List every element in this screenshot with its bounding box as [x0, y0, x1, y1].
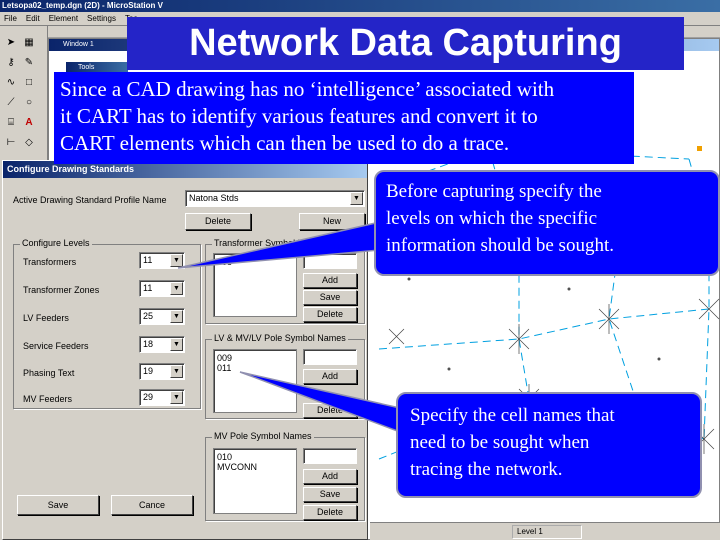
level-label-mv-feeders: MV Feeders: [23, 394, 73, 404]
circle-icon[interactable]: ○: [22, 96, 36, 110]
level-select-lv-feeders[interactable]: 25 ▼: [139, 308, 185, 325]
chevron-down-icon[interactable]: ▼: [170, 365, 183, 378]
level-value: 11: [143, 283, 153, 293]
intro-text-box: Since a CAD drawing has no ‘intelligence…: [54, 72, 634, 164]
profile-value: Natona Stds: [189, 193, 239, 203]
key-icon[interactable]: ⚷: [4, 56, 18, 70]
menu-settings[interactable]: Settings: [87, 14, 116, 23]
intro-line: CART elements which can then be used to …: [60, 131, 510, 155]
mv-pole-symbol-input[interactable]: [303, 448, 357, 464]
level-value: 11: [143, 255, 153, 265]
lvmv-pole-symbol-title: LV & MV/LV Pole Symbol Names: [212, 333, 348, 343]
profile-new-button[interactable]: New: [299, 213, 365, 230]
menu-file[interactable]: File: [4, 14, 17, 23]
list-item[interactable]: 011: [217, 363, 293, 373]
profile-label: Active Drawing Standard Profile Name: [13, 195, 167, 205]
transformer-delete-button[interactable]: Delete: [303, 307, 357, 322]
lvmv-pole-symbol-list[interactable]: 009 011: [213, 349, 297, 413]
level-label-service-feeders: Service Feeders: [23, 341, 89, 351]
transformer-save-button[interactable]: Save: [303, 290, 357, 305]
level-label-transformer-zones: Transformer Zones: [23, 285, 100, 295]
mv-pole-symbol-title: MV Pole Symbol Names: [212, 431, 314, 441]
level-label-lv-feeders: LV Feeders: [23, 313, 69, 323]
levels-callout-line: Before capturing specify the: [386, 181, 602, 202]
cells-callout-line: need to be sought when: [410, 432, 590, 453]
chevron-down-icon[interactable]: ▼: [170, 282, 183, 295]
list-item[interactable]: 009: [217, 353, 293, 363]
cells-callout-line: Specify the cell names that: [410, 405, 615, 426]
cells-callout: Specify the cell names that need to be s…: [396, 392, 702, 498]
chevron-down-icon[interactable]: ▼: [170, 338, 183, 351]
levels-callout-line: information should be sought.: [386, 235, 614, 256]
chevron-down-icon[interactable]: ▼: [170, 391, 183, 404]
intro-line: Since a CAD drawing has no ‘intelligence…: [60, 77, 555, 101]
line-icon[interactable]: ⟋: [4, 96, 18, 110]
levels-callout: Before capturing specify the levels on w…: [374, 170, 720, 276]
chevron-down-icon[interactable]: ▼: [350, 192, 363, 205]
mv-pole-symbol-list[interactable]: 010 MVCONN: [213, 448, 297, 514]
list-item[interactable]: 010: [217, 452, 293, 462]
pencil-icon[interactable]: ✎: [22, 56, 36, 70]
mv-add-button[interactable]: Add: [303, 469, 357, 484]
level-label-transformers: Transformers: [23, 257, 77, 267]
profile-delete-button[interactable]: Delete: [185, 213, 251, 230]
level-select-service-feeders[interactable]: 18 ▼: [139, 336, 185, 353]
transformer-symbol-title: Transformer Symbol Names: [212, 238, 329, 248]
transformer-symbol-input[interactable]: [303, 253, 357, 269]
level-select-mv-feeders[interactable]: 29 ▼: [139, 389, 185, 406]
transformer-add-button[interactable]: Add: [303, 273, 357, 288]
level-value: 18: [143, 339, 154, 349]
configure-levels-title: Configure Levels: [20, 238, 92, 248]
level-value: 19: [143, 366, 154, 376]
status-bar: Level 1: [370, 522, 720, 540]
chevron-down-icon[interactable]: ▼: [170, 310, 183, 323]
mv-delete-button[interactable]: Delete: [303, 505, 357, 520]
level-select-transformers[interactable]: 11 ▼: [139, 252, 185, 269]
modify-icon[interactable]: ◇: [22, 136, 36, 150]
lvmv-add-button[interactable]: Add: [303, 369, 357, 384]
menu-element[interactable]: Element: [49, 14, 78, 23]
app-titlebar: Letsopa02_temp.dgn (2D) - MicroStation V: [0, 0, 720, 12]
intro-line: it CART has to identify various features…: [60, 104, 538, 128]
slide-title: Network Data Capturing: [127, 17, 684, 70]
levels-callout-line: levels on which the specific: [386, 208, 598, 229]
list-item[interactable]: 005: [217, 257, 293, 267]
save-button[interactable]: Save: [17, 495, 99, 515]
dimension-icon[interactable]: ⊢: [4, 136, 18, 150]
lvmv-pole-symbol-input[interactable]: [303, 349, 357, 365]
cancel-button[interactable]: Cance: [111, 495, 193, 515]
curve-icon[interactable]: ∿: [4, 76, 18, 90]
mv-save-button[interactable]: Save: [303, 487, 357, 502]
level-select-phasing-text[interactable]: 19 ▼: [139, 363, 185, 380]
level-value: 25: [143, 311, 154, 321]
cells-callout-line: tracing the network.: [410, 459, 563, 480]
level-select-transformer-zones[interactable]: 11 ▼: [139, 280, 185, 297]
level-value: 29: [143, 392, 154, 402]
fence-icon[interactable]: ▦: [22, 36, 36, 50]
configure-drawing-standards-dialog: Configure Drawing Standards Active Drawi…: [2, 160, 368, 540]
list-item[interactable]: MVCONN: [217, 462, 293, 472]
select-arrow-icon[interactable]: ➤: [4, 36, 18, 50]
profile-select[interactable]: Natona Stds ▼: [185, 190, 365, 207]
square-icon[interactable]: □: [22, 76, 36, 90]
chevron-down-icon[interactable]: ▼: [170, 254, 183, 267]
menu-edit[interactable]: Edit: [26, 14, 40, 23]
status-level[interactable]: Level 1: [512, 525, 582, 539]
cell-icon[interactable]: ⌸: [4, 116, 18, 130]
level-label-phasing-text: Phasing Text: [23, 368, 75, 378]
text-icon[interactable]: A: [22, 116, 36, 130]
lvmv-delete-button[interactable]: Delete: [303, 403, 357, 418]
transformer-symbol-list[interactable]: 005: [213, 253, 297, 317]
